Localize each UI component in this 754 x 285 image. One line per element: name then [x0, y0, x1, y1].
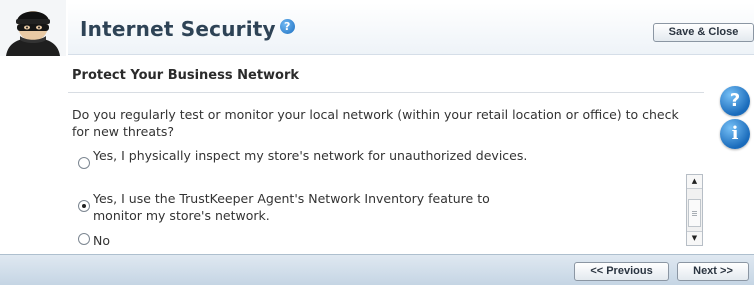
save-close-button[interactable]: Save & Close [653, 23, 754, 42]
previous-button[interactable]: << Previous [574, 262, 669, 281]
scroll-up-icon[interactable]: ▲ [687, 175, 702, 189]
radio-button[interactable] [78, 233, 90, 245]
scrollbar[interactable]: ▲ ▼ [686, 174, 703, 246]
page-title: Internet Security? [80, 17, 295, 41]
info-icon[interactable]: i [720, 119, 750, 149]
option-label[interactable]: Yes, I use the TrustKeeper Agent's Netwo… [93, 190, 533, 224]
radio-button-selected[interactable] [78, 200, 90, 212]
grip-line [692, 215, 697, 216]
question-text: Do you regularly test or monitor your lo… [72, 107, 679, 139]
option-label[interactable]: No [93, 232, 533, 249]
help-icon[interactable]: ? [279, 19, 295, 34]
scroll-down-icon[interactable]: ▼ [687, 231, 702, 245]
option-label[interactable]: Yes, I physically inspect my store's net… [93, 147, 533, 164]
scroll-thumb[interactable] [688, 199, 701, 227]
section-title: Protect Your Business Network [72, 68, 300, 83]
grip-line [692, 211, 697, 212]
page-title-text: Internet Security [80, 17, 276, 41]
grip-line [692, 213, 697, 214]
radio-button[interactable] [78, 157, 90, 169]
footer-bar: << Previous Next >> [0, 254, 754, 285]
help-icon[interactable]: ? [720, 86, 750, 116]
next-button[interactable]: Next >> [677, 262, 749, 281]
header-bar: Internet Security? [68, 3, 754, 55]
divider [68, 92, 704, 93]
burglar-avatar-icon [0, 0, 66, 56]
